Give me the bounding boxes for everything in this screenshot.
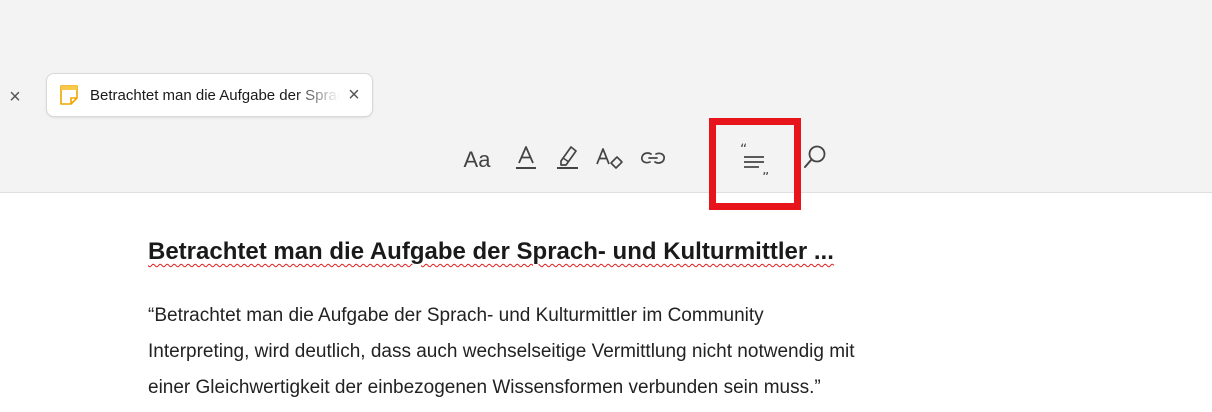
quote-line: einer Gleichwertigkeit der einbezogenen … [148,377,821,398]
quote-line: “Betrachtet man die Aufgabe der Sprach- … [148,305,764,326]
text-size-icon: Aa [463,147,491,172]
tab-close-icon[interactable]: × [343,84,365,106]
link-button[interactable] [636,140,670,180]
quote-line: Interpreting, wird deutlich, dass auch w… [148,341,855,362]
highlight-annotation-box [709,118,801,210]
highlight-button[interactable] [551,140,583,180]
previous-tab-close-icon[interactable]: × [4,86,26,108]
text-color-button[interactable] [511,140,541,180]
tab-title: Betrachtet man die Aufgabe der Sprach- u… [90,87,340,104]
highlight-icon [553,143,581,178]
clear-formatting-button[interactable] [592,140,628,180]
title-bar [0,0,1212,67]
heading-text: Betrachtet man die Aufgabe der Sprach- u… [148,238,834,265]
clear-formatting-icon [593,143,627,178]
search-button[interactable] [801,140,829,180]
note-quote: “Betrachtet man die Aufgabe der Sprach- … [148,298,1088,406]
note-heading: Betrachtet man die Aufgabe der Sprach- u… [148,238,1108,266]
active-tab[interactable]: Betrachtet man die Aufgabe der Sprach- u… [46,73,373,117]
link-icon [637,143,669,178]
text-color-icon [513,143,539,178]
sticky-note-icon [59,84,79,106]
search-icon [802,143,828,178]
text-size-button[interactable]: Aa [456,140,498,180]
